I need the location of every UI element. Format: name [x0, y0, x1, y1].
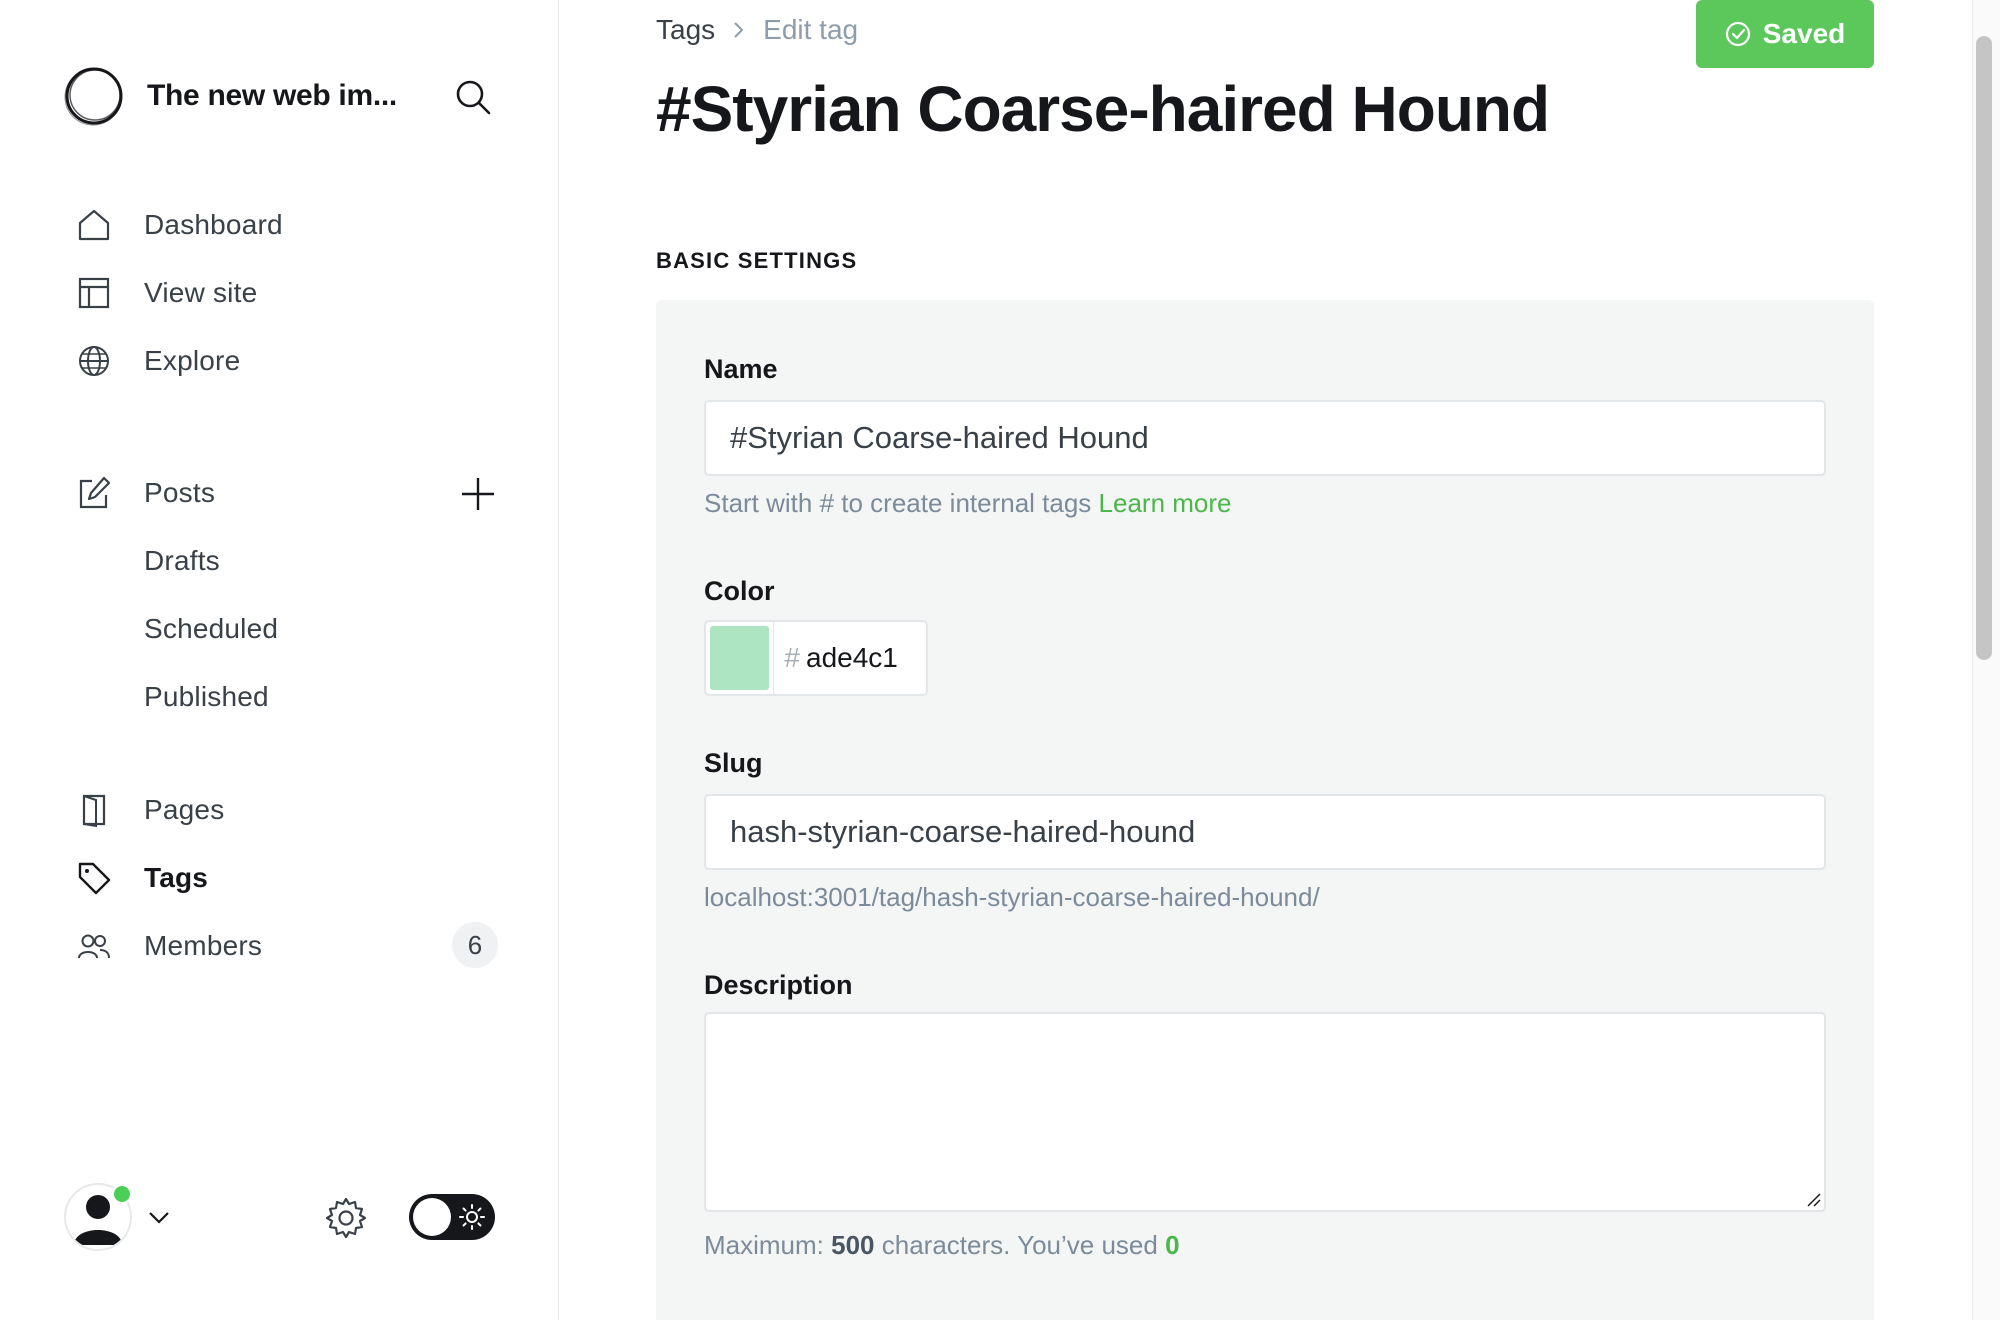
breadcrumb-current: Edit tag — [763, 14, 859, 45]
members-count-badge: 6 — [452, 922, 498, 968]
description-label: Description — [704, 970, 853, 1000]
check-circle-icon — [1725, 21, 1750, 47]
description-textarea[interactable] — [704, 1012, 1826, 1212]
layout-icon — [74, 273, 114, 313]
color-label: Color — [704, 576, 775, 606]
settings-button[interactable] — [322, 1194, 370, 1242]
sidebar-item-label: Members — [144, 930, 263, 961]
sidebar-item-scheduled[interactable]: Scheduled — [144, 604, 444, 654]
site-title: The new web im... — [147, 79, 397, 112]
color-divider — [772, 622, 775, 694]
site-logo-icon — [64, 67, 123, 126]
toggle-knob — [413, 1198, 451, 1236]
sidebar-item-members[interactable]: Members — [74, 918, 504, 974]
sidebar-item-label: Explore — [144, 345, 241, 376]
chevron-down-icon — [144, 1202, 174, 1232]
sidebar: The new web im... Dashboard View site Ex… — [0, 0, 559, 1320]
chevron-right-icon — [727, 18, 751, 42]
save-button-label: Saved — [1762, 18, 1846, 49]
resize-handle-icon[interactable] — [1806, 1192, 1822, 1208]
sidebar-item-label: Dashboard — [144, 209, 283, 240]
sidebar-item-pages[interactable]: Pages — [74, 782, 504, 838]
slug-label: Slug — [704, 748, 763, 778]
slug-input[interactable] — [704, 794, 1826, 870]
sidebar-item-label: Tags — [144, 862, 209, 893]
plus-icon — [462, 478, 494, 510]
hint-mid: characters. You’ve used — [881, 1230, 1158, 1260]
edit-icon — [74, 473, 114, 513]
page-icon — [74, 790, 114, 830]
save-button[interactable]: Saved — [1696, 0, 1874, 68]
breadcrumb: Tags Edit tag — [656, 14, 858, 46]
name-hint-text: Start with # to create internal tags — [704, 488, 1092, 518]
slug-url-preview: localhost:3001/tag/hash-styrian-coarse-h… — [704, 882, 1320, 912]
basic-settings-panel: Name Start with # to create internal tag… — [656, 300, 1874, 1320]
color-picker: # — [704, 620, 928, 696]
new-post-button[interactable] — [458, 474, 498, 514]
description-hint: Maximum: 500 characters. You’ve used 0 — [704, 1230, 1180, 1261]
sidebar-item-tags[interactable]: Tags — [74, 850, 504, 906]
site-brand[interactable]: The new web im... — [63, 64, 397, 128]
members-icon — [74, 926, 114, 966]
scrollbar-thumb[interactable] — [1976, 36, 1992, 660]
color-swatch[interactable] — [710, 626, 769, 690]
dark-mode-toggle[interactable] — [409, 1194, 495, 1240]
gear-icon — [325, 1197, 367, 1239]
sun-icon — [459, 1204, 485, 1230]
sidebar-item-label: Pages — [144, 794, 225, 825]
globe-icon — [74, 341, 114, 381]
color-hex-input[interactable] — [806, 642, 926, 674]
used-characters: 0 — [1165, 1230, 1180, 1260]
online-status-indicator — [112, 1184, 132, 1204]
section-title: BASIC SETTINGS — [656, 248, 858, 273]
search-button[interactable] — [450, 74, 496, 120]
sidebar-item-dashboard[interactable]: Dashboard — [74, 197, 504, 253]
hash-prefix: # — [784, 642, 800, 673]
sidebar-item-label: View site — [144, 277, 258, 308]
search-icon — [456, 80, 491, 115]
sidebar-item-view-site[interactable]: View site — [74, 265, 504, 321]
tag-icon — [74, 858, 114, 898]
max-characters: 500 — [831, 1230, 875, 1260]
name-input[interactable] — [704, 400, 1826, 476]
sidebar-item-published[interactable]: Published — [144, 672, 444, 722]
sidebar-item-label: Posts — [144, 477, 216, 508]
name-hint: Start with # to create internal tags Lea… — [704, 488, 1232, 519]
name-label: Name — [704, 354, 778, 384]
main-content: Tags Edit tag Saved #Styrian Coarse-hair… — [560, 0, 1972, 1320]
home-icon — [74, 205, 114, 245]
sidebar-item-posts[interactable]: Posts — [74, 465, 504, 521]
hint-prefix: Maximum: — [704, 1230, 824, 1260]
page-title: #Styrian Coarse-haired Hound — [656, 73, 1550, 145]
learn-more-link[interactable]: Learn more — [1099, 488, 1232, 518]
sidebar-item-explore[interactable]: Explore — [74, 333, 504, 389]
sidebar-item-drafts[interactable]: Drafts — [144, 536, 444, 586]
breadcrumb-tags-link[interactable]: Tags — [656, 14, 715, 46]
